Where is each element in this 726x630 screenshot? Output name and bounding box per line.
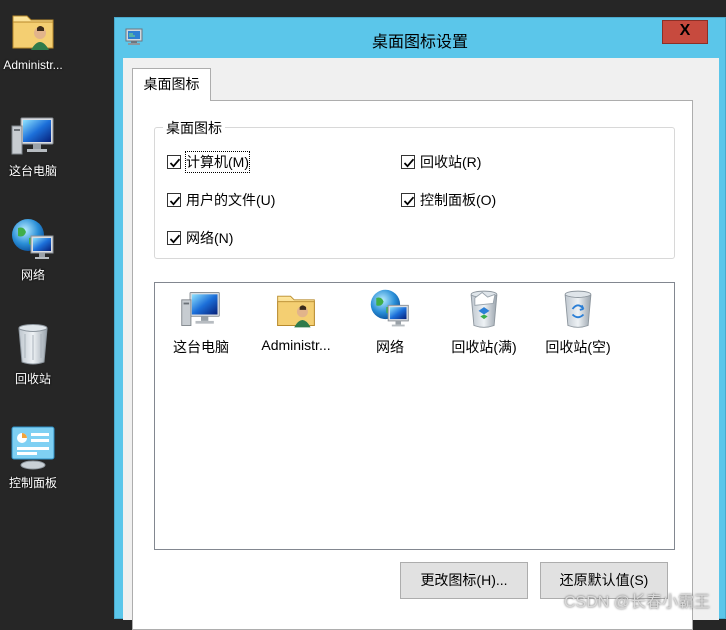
change-icon-button[interactable]: 更改图标(H)... (400, 562, 528, 599)
desktop-icon-administrator[interactable]: Administr... (0, 6, 66, 72)
tab-panel: 桌面图标 计算机(M) 回收站(R) 用户的文件(U) 控制面板(O) 网络(N… (132, 100, 693, 630)
list-item-label: 这台电脑 (173, 339, 229, 355)
desktop-icon-recycle-bin[interactable]: 回收站 (0, 320, 66, 386)
checkbox-computer[interactable]: 计算机(M) (167, 151, 250, 173)
recycle-bin-empty-icon (556, 287, 600, 331)
checkbox-control-panel[interactable]: 控制面板(O) (401, 190, 496, 210)
desktop-icon-label: Administr... (3, 58, 63, 72)
desktop-icon-label: 网络 (20, 268, 45, 282)
list-item-this-pc[interactable]: 这台电脑 (155, 287, 247, 357)
desktop-icon-label: 这台电脑 (8, 164, 57, 178)
computer-icon (9, 112, 57, 160)
checkbox-box[interactable] (167, 231, 181, 245)
dialog-title: 桌面图标设置 (371, 34, 468, 51)
checkbox-box[interactable] (401, 193, 415, 207)
user-folder-icon (9, 6, 57, 54)
list-item-label: Administr... (261, 337, 331, 353)
tab-desktop-icons[interactable]: 桌面图标 (132, 68, 211, 101)
recycle-bin-full-icon (462, 287, 506, 331)
desktop-icon-label: 控制面板 (8, 476, 57, 490)
checkbox-label: 回收站(R) (420, 154, 482, 170)
check-icon (168, 156, 182, 170)
watermark: CSDN @长春小霸王 (563, 594, 710, 611)
check-icon (402, 194, 416, 208)
list-item-recycle-bin-full[interactable]: 回收站(满) (438, 287, 530, 357)
checkbox-box[interactable] (167, 155, 181, 169)
checkbox-label: 控制面板(O) (420, 192, 497, 208)
control-panel-icon (9, 424, 57, 472)
desktop-icons-group: 桌面图标 计算机(M) 回收站(R) 用户的文件(U) 控制面板(O) 网络(N… (154, 118, 675, 259)
checkbox-recycle-bin[interactable]: 回收站(R) (401, 152, 481, 172)
group-label: 桌面图标 (163, 118, 225, 138)
checkbox-network[interactable]: 网络(N) (167, 228, 233, 248)
list-item-label: 回收站(满) (451, 339, 517, 355)
network-icon (368, 287, 412, 331)
icon-list-view[interactable]: 这台电脑 Administr... 网络 回收站(满) 回收站(空) (154, 282, 675, 550)
desktop-icon-label: 回收站 (14, 372, 51, 386)
desktop-icon-control-panel[interactable]: 控制面板 (0, 424, 66, 490)
dialog-client-area: 桌面图标 桌面图标 计算机(M) 回收站(R) 用户的文件(U) 控制面板(O)… (123, 58, 719, 630)
close-button[interactable]: X (662, 20, 708, 44)
list-item-administrator[interactable]: Administr... (250, 287, 342, 353)
checkbox-label: 计算机(M) (185, 151, 250, 173)
check-icon (402, 156, 416, 170)
checkbox-user-files[interactable]: 用户的文件(U) (167, 190, 275, 210)
checkbox-label: 网络(N) (186, 230, 234, 246)
network-icon (9, 216, 57, 264)
check-icon (168, 194, 182, 208)
list-item-network[interactable]: 网络 (344, 287, 436, 357)
title-bar[interactable]: 桌面图标设置 X (115, 18, 725, 58)
desktop-icon-this-pc[interactable]: 这台电脑 (0, 112, 66, 178)
desktop-icon-settings-dialog: 桌面图标设置 X 桌面图标 桌面图标 计算机(M) 回收站(R) 用户的文件(U… (114, 17, 726, 630)
list-item-label: 网络 (376, 339, 404, 355)
checkbox-box[interactable] (401, 155, 415, 169)
desktop-icon-network[interactable]: 网络 (0, 216, 66, 282)
list-item-label: 回收站(空) (545, 339, 611, 355)
check-icon (168, 232, 182, 246)
checkbox-label: 用户的文件(U) (186, 192, 276, 208)
user-folder-icon (274, 287, 318, 331)
checkbox-box[interactable] (167, 193, 181, 207)
computer-icon (179, 287, 223, 331)
recycle-bin-icon (9, 320, 57, 368)
list-item-recycle-bin-empty[interactable]: 回收站(空) (532, 287, 624, 357)
